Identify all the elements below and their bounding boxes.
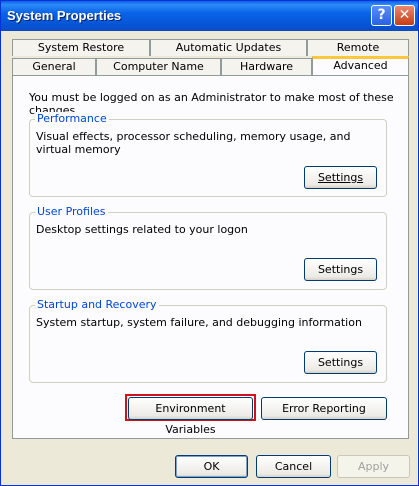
performance-group-title: Performance bbox=[35, 112, 109, 125]
performance-settings-label: Settings bbox=[317, 171, 364, 184]
error-reporting-button[interactable]: Error Reporting bbox=[261, 397, 387, 420]
performance-settings-button[interactable]: Settings bbox=[304, 166, 377, 189]
user-profiles-settings-button[interactable]: Settings bbox=[304, 258, 377, 281]
help-icon[interactable]: ? bbox=[371, 5, 392, 26]
user-profiles-description: Desktop settings related to your logon bbox=[36, 223, 248, 236]
startup-recovery-group-title: Startup and Recovery bbox=[35, 298, 159, 311]
tab-advanced[interactable]: Advanced bbox=[312, 56, 409, 75]
cancel-button[interactable]: Cancel bbox=[256, 455, 331, 478]
ok-button[interactable]: OK bbox=[175, 455, 248, 478]
apply-button[interactable]: Apply bbox=[337, 455, 410, 478]
startup-recovery-description: System startup, system failure, and debu… bbox=[36, 316, 362, 329]
tab-automatic-updates[interactable]: Automatic Updates bbox=[150, 39, 307, 56]
tab-general[interactable]: General bbox=[12, 58, 96, 75]
tab-remote[interactable]: Remote bbox=[307, 39, 409, 56]
user-profiles-settings-label: Settings bbox=[317, 263, 364, 276]
environment-variables-button[interactable]: Environment Variables bbox=[128, 397, 253, 436]
close-icon[interactable]: ✕ bbox=[394, 5, 415, 26]
startup-recovery-settings-button[interactable]: Settings bbox=[304, 351, 377, 374]
tab-computer-name[interactable]: Computer Name bbox=[96, 58, 221, 75]
startup-recovery-settings-label: Settings bbox=[317, 356, 364, 369]
tab-system-restore[interactable]: System Restore bbox=[12, 39, 150, 56]
title-bar[interactable]: System Properties ? ✕ bbox=[1, 1, 418, 31]
user-profiles-group-title: User Profiles bbox=[35, 205, 108, 218]
system-properties-window: System Properties ? ✕ System Restore Aut… bbox=[0, 0, 419, 486]
performance-description: Visual effects, processor scheduling, me… bbox=[36, 130, 351, 156]
window-title: System Properties bbox=[7, 8, 122, 23]
tab-hardware[interactable]: Hardware bbox=[221, 58, 312, 75]
